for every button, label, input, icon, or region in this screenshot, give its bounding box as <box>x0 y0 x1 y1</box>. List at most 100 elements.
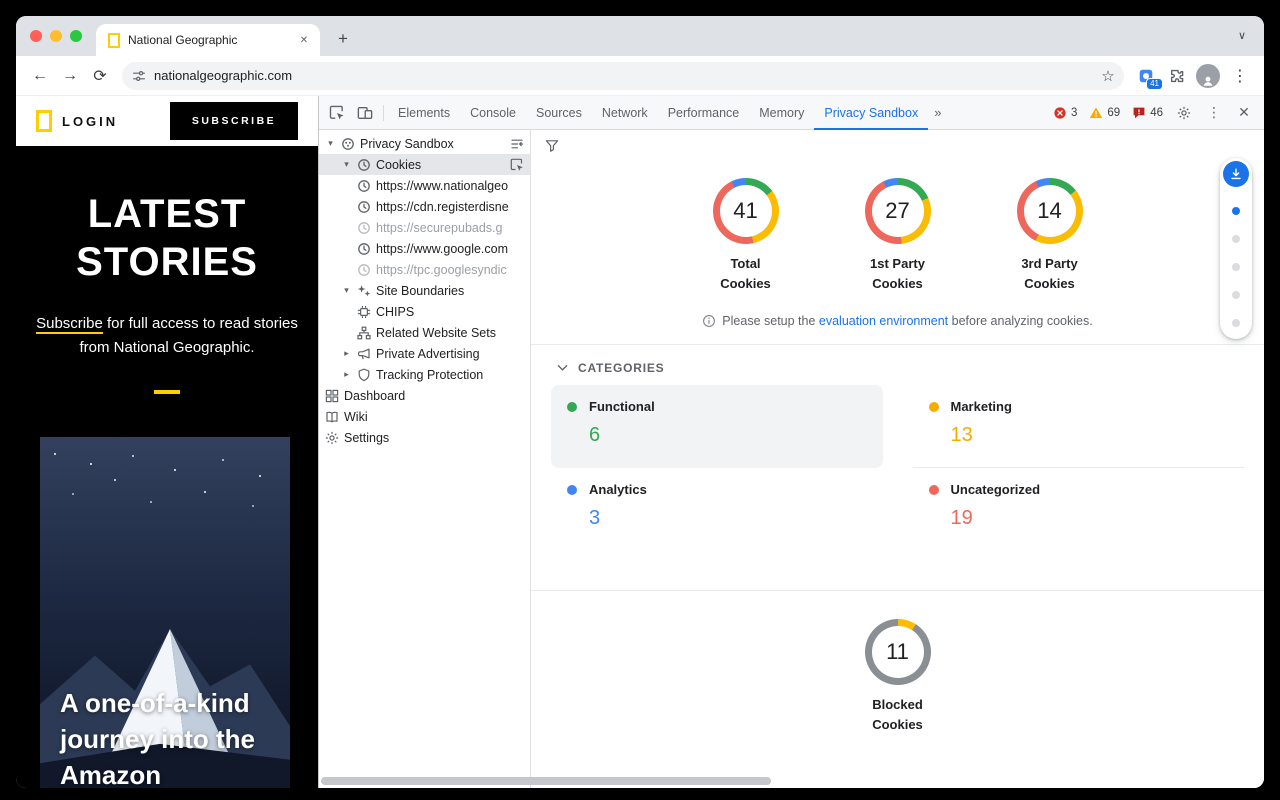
donut-total-cookies-ring: 41 <box>713 178 779 244</box>
minimize-window-button[interactable] <box>50 30 62 42</box>
close-window-button[interactable] <box>30 30 42 42</box>
nav-dot[interactable] <box>1232 235 1240 243</box>
more-tabs-button[interactable]: » <box>928 105 947 120</box>
tab-close-icon[interactable]: ✕ <box>296 32 312 48</box>
donut-blocked-cookies-ring: 11 <box>865 619 931 685</box>
tree-item-cookies[interactable]: ▾Cookies <box>319 154 530 175</box>
collapsed-arrow-icon[interactable]: ▸ <box>341 369 352 380</box>
tab-search-chevron-icon[interactable]: ∨ <box>1238 29 1246 42</box>
subscribe-link[interactable]: Subscribe <box>36 315 103 334</box>
inspect-element-button[interactable] <box>323 100 351 126</box>
browser-menu-button[interactable]: ⋮ <box>1226 62 1254 90</box>
tree-item-privacy-sandbox[interactable]: ▾Privacy Sandbox <box>319 133 530 154</box>
tree-item-related-website-sets[interactable]: Related Website Sets <box>319 322 530 343</box>
nav-dot-active[interactable] <box>1232 207 1240 215</box>
horizontal-scrollbar[interactable] <box>319 777 1264 785</box>
promo-text: Subscribe for full access to read storie… <box>16 312 318 360</box>
category-analytics[interactable]: Analytics3 <box>551 468 883 560</box>
stars-decoration <box>54 453 56 455</box>
expanded-arrow-icon[interactable]: ▾ <box>325 138 336 149</box>
tab-strip: National Geographic ✕ + ∨ <box>16 16 1264 56</box>
privacy-sandbox-tree: ▾Privacy Sandbox▾Cookieshttps://www.nati… <box>319 130 531 788</box>
tree-item-https-www-google-com[interactable]: https://www.google.com <box>319 238 530 259</box>
devtools-settings-button[interactable] <box>1170 100 1198 126</box>
evaluation-environment-link[interactable]: evaluation environment <box>819 314 948 328</box>
promo-rest: for full access to read stories from Nat… <box>79 315 297 356</box>
privacy-sandbox-main: 41TotalCookies271st PartyCookies143rd Pa… <box>531 130 1264 788</box>
devtools-close-button[interactable]: ✕ <box>1230 100 1258 126</box>
tree-item-https-cdn-registerdisne[interactable]: https://cdn.registerdisne <box>319 196 530 217</box>
inspect-icon[interactable] <box>510 158 524 172</box>
headline-line-2: STORIES <box>16 238 318 286</box>
tree-item-https-tpc-googlesyndic[interactable]: https://tpc.googlesyndic <box>319 259 530 280</box>
issues-badge[interactable]: 46 <box>1127 106 1168 120</box>
nav-dot[interactable] <box>1232 319 1240 327</box>
category-marketing[interactable]: Marketing13 <box>913 385 1245 468</box>
natgeo-logo[interactable] <box>36 110 52 132</box>
browser-tab[interactable]: National Geographic ✕ <box>96 24 320 56</box>
devtools-tab-memory[interactable]: Memory <box>749 96 814 130</box>
device-icon <box>357 105 373 121</box>
category-functional[interactable]: Functional6 <box>551 385 883 468</box>
tree-item-dashboard[interactable]: Dashboard <box>319 385 530 406</box>
zoom-window-button[interactable] <box>70 30 82 42</box>
filter-icon[interactable] <box>545 139 559 153</box>
window-controls <box>30 30 82 42</box>
category-dot <box>567 402 577 412</box>
reload-button[interactable]: ⟳ <box>86 62 114 90</box>
address-bar[interactable]: nationalgeographic.com ☆ <box>122 62 1124 90</box>
extensions-menu-button[interactable] <box>1162 62 1190 90</box>
cookie-donuts: 41TotalCookies271st PartyCookies143rd Pa… <box>531 130 1264 294</box>
devtools-menu-button[interactable]: ⋮ <box>1200 100 1228 126</box>
tree-item-tracking-protection[interactable]: ▸Tracking Protection <box>319 364 530 385</box>
expanded-arrow-icon[interactable]: ▾ <box>341 159 352 170</box>
nav-dot[interactable] <box>1232 291 1240 299</box>
back-button[interactable]: ← <box>26 62 54 90</box>
tree-item-wiki[interactable]: Wiki <box>319 406 530 427</box>
devtools-tab-privacy-sandbox[interactable]: Privacy Sandbox <box>814 96 928 130</box>
expanded-arrow-icon[interactable]: ▾ <box>341 285 352 296</box>
warning-badge[interactable]: 69 <box>1084 106 1125 120</box>
tree-item-site-boundaries[interactable]: ▾ Site Boundaries <box>319 280 530 301</box>
tree-item-https-securepubads-g[interactable]: https://securepubads.g <box>319 217 530 238</box>
profile-avatar[interactable] <box>1196 64 1220 88</box>
scrollbar-thumb[interactable] <box>321 777 771 785</box>
devtools-tab-network[interactable]: Network <box>592 96 658 130</box>
download-report-button[interactable] <box>1223 161 1249 187</box>
blocked-cookies-section: 11BlockedCookies <box>531 591 1264 735</box>
hero-image[interactable]: A one-of-a-kind journey into the Amazon <box>40 437 290 788</box>
new-tab-button[interactable]: + <box>330 26 356 52</box>
categories-header[interactable]: CATEGORIES <box>531 345 1264 375</box>
extension-button[interactable]: 41 <box>1132 62 1160 90</box>
error-badge[interactable]: 3 <box>1048 106 1082 120</box>
donut-3rd-party-cookies: 143rd PartyCookies <box>1002 178 1098 294</box>
category-count: 13 <box>951 424 1229 447</box>
collapsed-arrow-icon[interactable]: ▸ <box>341 348 352 359</box>
site-header: LOGIN SUBSCRIBE <box>16 96 318 146</box>
tree-item-label: https://tpc.googlesyndic <box>376 263 507 277</box>
category-dot <box>929 402 939 412</box>
devtools-tab-console[interactable]: Console <box>460 96 526 130</box>
devtools-tab-sources[interactable]: Sources <box>526 96 592 130</box>
tree-item-label: Site Boundaries <box>376 284 464 298</box>
collapse-icon[interactable] <box>510 137 524 151</box>
login-link[interactable]: LOGIN <box>62 114 118 129</box>
donut-total-cookies-value: 41 <box>720 185 772 237</box>
tree-item-settings[interactable]: Settings <box>319 427 530 448</box>
tree-item-label: CHIPS <box>376 305 414 319</box>
subscribe-button[interactable]: SUBSCRIBE <box>170 102 298 140</box>
category-count: 3 <box>589 507 867 530</box>
bookmark-star-icon[interactable]: ☆ <box>1094 62 1122 90</box>
nav-dot[interactable] <box>1232 263 1240 271</box>
devtools-tab-elements[interactable]: Elements <box>388 96 460 130</box>
site-settings-icon[interactable] <box>132 69 146 83</box>
tree-item-private-advertising[interactable]: ▸Private Advertising <box>319 343 530 364</box>
tree-item-chips[interactable]: CHIPS <box>319 301 530 322</box>
megaphone-icon <box>357 347 371 361</box>
forward-button[interactable]: → <box>56 62 84 90</box>
category-uncategorized[interactable]: Uncategorized19 <box>913 468 1245 560</box>
browser-window: National Geographic ✕ + ∨ ← → ⟳ national… <box>16 16 1264 788</box>
devtools-tab-performance[interactable]: Performance <box>658 96 750 130</box>
device-toolbar-button[interactable] <box>351 100 379 126</box>
tree-item-https-www-nationalgeo[interactable]: https://www.nationalgeo <box>319 175 530 196</box>
